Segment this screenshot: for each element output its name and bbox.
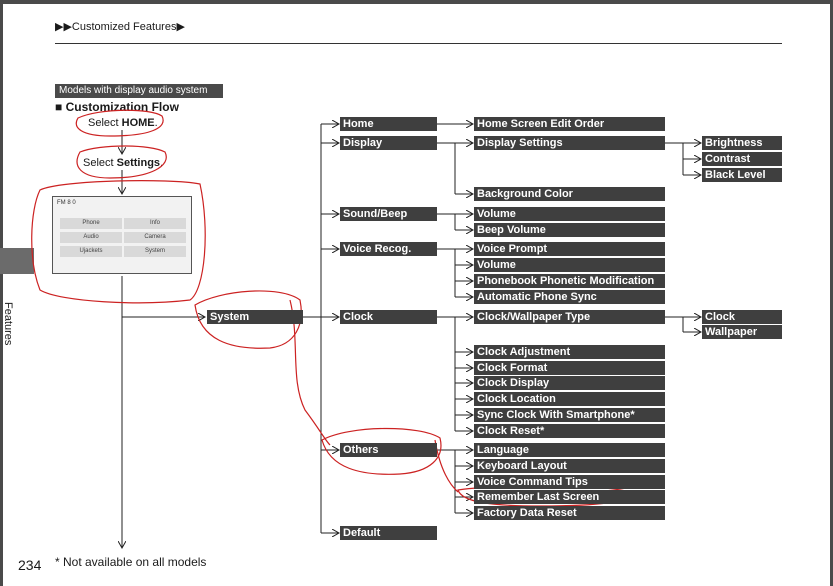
menu-others[interactable]: Others — [340, 443, 437, 457]
menu-system[interactable]: System — [207, 310, 303, 324]
menu-home[interactable]: Home — [340, 117, 437, 131]
menu-clock-reset[interactable]: Clock Reset* — [474, 424, 665, 438]
menu-black-level[interactable]: Black Level — [702, 168, 782, 182]
menu-voice-prompt[interactable]: Voice Prompt — [474, 242, 665, 256]
menu-clock-wallpaper-type[interactable]: Clock/Wallpaper Type — [474, 310, 665, 324]
menu-clock-adjustment[interactable]: Clock Adjustment — [474, 345, 665, 359]
menu-voice-command-tips[interactable]: Voice Command Tips — [474, 475, 665, 489]
menu-language[interactable]: Language — [474, 443, 665, 457]
menu-default[interactable]: Default — [340, 526, 437, 540]
menu-clock-display[interactable]: Clock Display — [474, 376, 665, 390]
menu-display[interactable]: Display — [340, 136, 437, 150]
footnote: * Not available on all models — [55, 555, 207, 569]
menu-factory-data-reset[interactable]: Factory Data Reset — [474, 506, 665, 520]
menu-clock-type-clock[interactable]: Clock — [702, 310, 782, 324]
menu-beep-volume[interactable]: Beep Volume — [474, 223, 665, 237]
menu-display-settings[interactable]: Display Settings — [474, 136, 665, 150]
menu-voice-volume[interactable]: Volume — [474, 258, 665, 272]
menu-home-screen-edit-order[interactable]: Home Screen Edit Order — [474, 117, 665, 131]
menu-clock-location[interactable]: Clock Location — [474, 392, 665, 406]
menu-volume[interactable]: Volume — [474, 207, 665, 221]
menu-clock-format[interactable]: Clock Format — [474, 361, 665, 375]
menu-sync-clock-with-smartphone[interactable]: Sync Clock With Smartphone* — [474, 408, 665, 422]
menu-voice-recog[interactable]: Voice Recog. — [340, 242, 437, 256]
menu-clock-type-wallpaper[interactable]: Wallpaper — [702, 325, 782, 339]
menu-contrast[interactable]: Contrast — [702, 152, 782, 166]
menu-remember-last-screen[interactable]: Remember Last Screen — [474, 490, 665, 504]
handwritten-annotations — [31, 109, 631, 507]
menu-sound-beep[interactable]: Sound/Beep — [340, 207, 437, 221]
menu-automatic-phone-sync[interactable]: Automatic Phone Sync — [474, 290, 665, 304]
menu-clock[interactable]: Clock — [340, 310, 437, 324]
menu-brightness[interactable]: Brightness — [702, 136, 782, 150]
menu-keyboard-layout[interactable]: Keyboard Layout — [474, 459, 665, 473]
menu-phonebook-phonetic-modification[interactable]: Phonebook Phonetic Modification — [474, 274, 665, 288]
page-number: 234 — [18, 557, 42, 573]
menu-background-color[interactable]: Background Color — [474, 187, 665, 201]
